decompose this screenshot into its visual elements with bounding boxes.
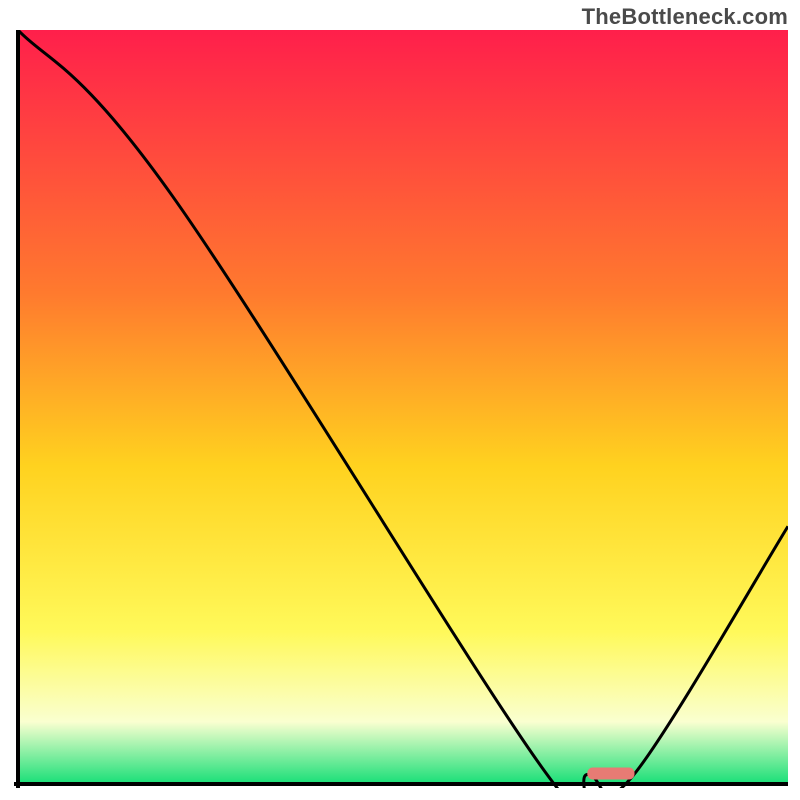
plot-area bbox=[14, 30, 788, 788]
chart-canvas: TheBottleneck.com bbox=[0, 0, 800, 800]
chart-svg bbox=[14, 30, 788, 788]
optimal-marker bbox=[588, 768, 634, 779]
watermark-text: TheBottleneck.com bbox=[582, 4, 788, 30]
